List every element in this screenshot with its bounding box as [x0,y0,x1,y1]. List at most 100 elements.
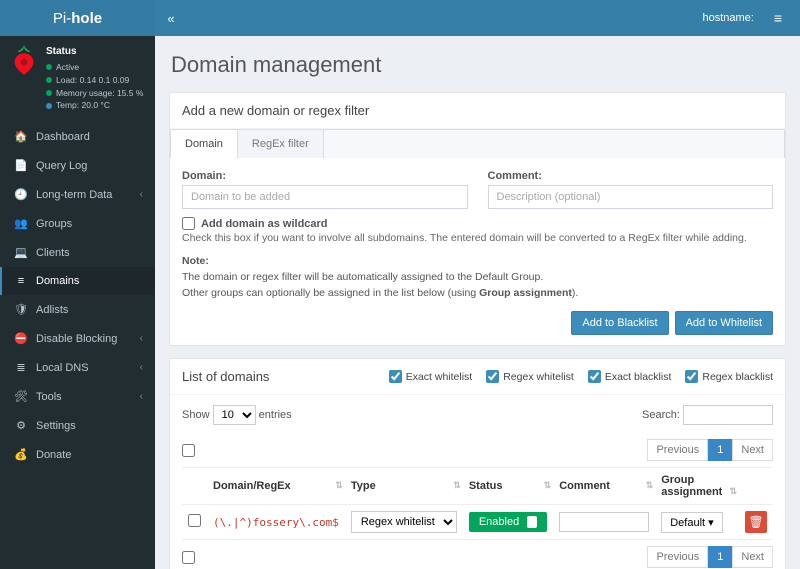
chevron-left-icon: ‹ [140,189,143,200]
domain-input[interactable] [182,185,468,209]
add-to-whitelist-button[interactable]: Add to Whitelist [675,311,773,335]
nav-label: Donate [36,449,71,461]
page-1[interactable]: 1 [708,439,732,461]
pihole-logo-icon [10,44,38,79]
status-active: Active [56,61,79,74]
sidebar-item-dashboard[interactable]: 🏠Dashboard [0,122,155,151]
trash-icon: 🗑 [748,515,763,529]
sidebar-item-disable-blocking[interactable]: ⛔Disable Blocking‹ [0,324,155,353]
next-button[interactable]: Next [732,439,773,461]
sidebar-item-query-log[interactable]: 📄Query Log [0,151,155,180]
status-info: Status Active Load: 0.14 0.1 0.09 Memory… [46,44,143,112]
sort-icon: ⇅ [453,480,459,491]
row-type-select[interactable]: Regex whitelist [351,511,457,533]
add-to-blacklist-button[interactable]: Add to Blacklist [571,311,668,335]
sidebar-item-domains[interactable]: ≡ Domains [0,267,155,295]
sidebar-toggle[interactable]: « [155,11,187,26]
page-1[interactable]: 1 [708,546,732,568]
col-comment[interactable]: Comment⇅ [553,468,655,505]
status-dot-icon [46,77,52,83]
filter-checkbox[interactable] [685,370,698,383]
select-all-row-bottom: Previous 1 Next [182,540,773,569]
prev-button[interactable]: Previous [647,546,708,568]
toggle-icon [527,516,537,528]
search-input[interactable] [683,405,773,425]
col-type[interactable]: Type⇅ [345,468,463,505]
wildcard-help: Check this box if you want to involve al… [182,232,773,244]
sidebar-item-local-dns[interactable]: ≣Local DNS‹ [0,353,155,382]
col-group[interactable]: Group assignment⇅ [655,468,739,505]
row-status-toggle[interactable]: Enabled [469,512,547,532]
form-row: Domain: Comment: [182,170,773,209]
prev-button[interactable]: Previous [647,439,708,461]
select-all-checkbox-bottom[interactable] [182,551,195,564]
nav-label: Adlists [36,304,68,316]
status-dot-icon [46,64,52,70]
row-comment-input[interactable] [559,512,649,532]
domains-table: Domain/RegEx⇅ Type⇅ Status⇅ Comment⇅ Gro… [182,467,773,540]
note-line2-pre: Other groups can optionally be assigned … [182,287,479,299]
list-body: Show 10 entries Search: Previous 1 Next [170,395,785,569]
status-dot-icon [46,103,52,109]
filter-checkbox[interactable] [389,370,402,383]
filter-exact-whitelist[interactable]: Exact whitelist [389,370,473,383]
select-all-checkbox[interactable] [182,444,195,457]
row-group-select[interactable]: Default ▾ [661,512,722,533]
note-line2-post: ). [572,287,578,299]
nav-label: Disable Blocking [36,333,117,345]
sidebar-item-adlists[interactable]: 🛡 Adlists [0,295,155,324]
comment-input[interactable] [488,185,774,209]
nav-label: Query Log [36,160,87,172]
nav-label: Dashboard [36,131,90,143]
sidebar-item-settings[interactable]: ⚙Settings [0,411,155,440]
filter-regex-whitelist[interactable]: Regex whitelist [486,370,574,383]
menu-icon: ≡ [774,10,782,26]
header-right: hostname: ≡ [702,4,800,32]
header-menu-button[interactable]: ≡ [764,4,792,32]
nav-label: Long-term Data [36,189,112,201]
show-label-post: entries [259,409,292,421]
tab-regex[interactable]: RegEx filter [238,130,324,158]
domain-label: Domain: [182,170,468,182]
hostname-label: hostname: [702,12,753,24]
nav-label: Settings [36,420,76,432]
filter-checkbox[interactable] [588,370,601,383]
wildcard-checkbox[interactable] [182,217,195,230]
add-box-body: Domain RegEx filter Domain: Comment: Ad [170,129,785,345]
sort-icon: ⇅ [646,480,652,491]
sidebar-item-tools[interactable]: 🛠Tools‹ [0,382,155,411]
tab-domain[interactable]: Domain [171,130,238,159]
nav-icon: 🛡 [12,303,30,316]
list-header: List of domains Exact whitelist Regex wh… [170,359,785,395]
sidebar-item-donate[interactable]: 💰Donate [0,440,155,469]
sort-icon: ⇅ [729,486,735,497]
list-title: List of domains [182,369,269,384]
next-button[interactable]: Next [732,546,773,568]
nav-icon: ⛔ [12,332,30,345]
logo-text-bold: hole [71,10,102,27]
note-label: Note: [182,255,209,267]
filter-exact-blacklist[interactable]: Exact blacklist [588,370,672,383]
col-status[interactable]: Status⇅ [463,468,553,505]
add-box-title: Add a new domain or regex filter [170,93,785,129]
show-entries: Show 10 entries [182,405,292,425]
select-all-row-top: Previous 1 Next [182,433,773,467]
logo[interactable]: Pi-hole [0,0,155,36]
filter-regex-blacklist[interactable]: Regex blacklist [685,370,773,383]
main-content: Domain management Add a new domain or re… [155,36,800,569]
col-domain[interactable]: Domain/RegEx⇅ [207,468,345,505]
nav-label: Domains [36,275,79,287]
sort-icon: ⇅ [544,480,550,491]
filter-checkbox[interactable] [486,370,499,383]
row-delete-button[interactable]: 🗑 [745,511,767,533]
pager-top: Previous 1 Next [647,439,773,461]
sidebar-item-long-term-data[interactable]: 🕘Long-term Data‹ [0,180,155,209]
row-checkbox[interactable] [188,514,201,527]
sidebar-item-clients[interactable]: 💻Clients [0,238,155,267]
nav-icon: ≡ [12,275,30,287]
list-box: List of domains Exact whitelist Regex wh… [169,358,786,569]
sidebar-item-groups[interactable]: 👥Groups [0,209,155,238]
nav-icon: 💻 [12,246,30,259]
entries-select[interactable]: 10 [213,405,256,425]
row-domain-regex[interactable]: (\.|^)fossery\.com$ [213,516,339,529]
